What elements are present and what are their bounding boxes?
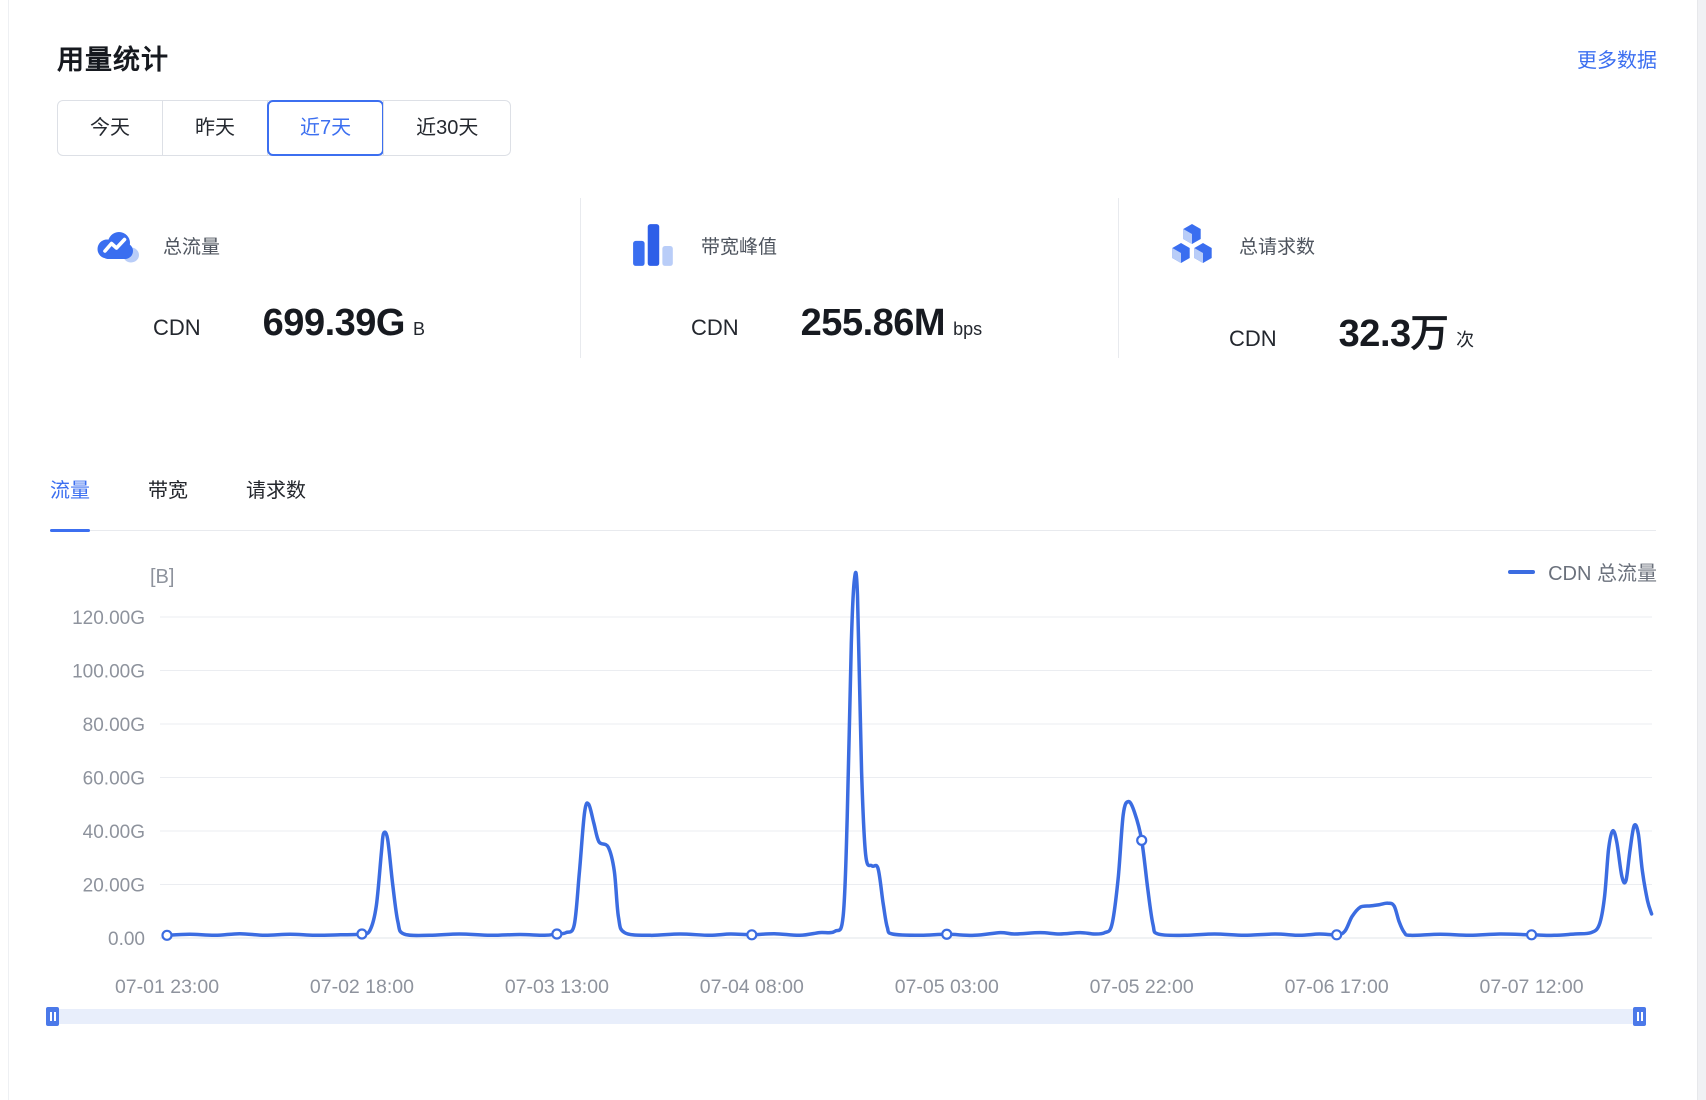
stat-label: 带宽峰值 xyxy=(701,232,777,259)
y-axis-tick-label: 0.00 xyxy=(108,929,145,950)
stat-product: CDN xyxy=(691,315,739,341)
stat-unit: bps xyxy=(953,319,982,339)
x-axis-tick-label: 07-07 12:00 xyxy=(1480,976,1584,998)
y-axis-tick-label: 60.00G xyxy=(83,769,145,790)
stat-value-group: 255.86M bps xyxy=(801,302,982,345)
x-axis-tick-label: 07-05 22:00 xyxy=(1090,976,1194,998)
page-scrollbar[interactable] xyxy=(1697,0,1706,1100)
metric-tab-bandwidth[interactable]: 带宽 xyxy=(148,474,188,530)
stat-value-group: 32.3万次 xyxy=(1339,302,1474,357)
stat-unit: 次 xyxy=(1456,330,1474,350)
stat-cards-row: 总流量 CDN 699.39G B 带宽峰值 CDN 255.86M bps xyxy=(57,198,1656,358)
bandwidth-bars-icon xyxy=(631,222,677,268)
stat-value: 32.3万 xyxy=(1339,313,1448,355)
stat-product: CDN xyxy=(153,315,201,341)
stat-card-total-traffic: 总流量 CDN 699.39G B xyxy=(57,198,580,358)
slider-left-handle[interactable] xyxy=(46,1007,59,1026)
stat-value: 255.86M xyxy=(801,302,945,344)
stat-label: 总请求数 xyxy=(1239,232,1315,259)
data-point-marker[interactable] xyxy=(163,931,172,940)
x-axis-tick-label: 07-05 03:00 xyxy=(895,976,999,998)
data-point-marker[interactable] xyxy=(357,929,366,938)
x-axis-tick-label: 07-04 08:00 xyxy=(700,976,804,998)
stat-value-group: 699.39G B xyxy=(263,302,425,345)
x-axis-tick-label: 07-02 18:00 xyxy=(310,976,414,998)
metric-tab-traffic[interactable]: 流量 xyxy=(50,474,90,530)
slider-track[interactable] xyxy=(58,1009,1634,1024)
x-axis-tick-label: 07-01 23:00 xyxy=(115,976,219,998)
y-axis-tick-label: 20.00G xyxy=(83,876,145,897)
data-point-marker[interactable] xyxy=(942,930,951,939)
series-line-cdn-total-traffic xyxy=(167,572,1652,935)
y-axis-tick-label: 120.00G xyxy=(72,608,145,629)
stat-card-peak-bandwidth: 带宽峰值 CDN 255.86M bps xyxy=(580,198,1118,358)
time-range-slider[interactable] xyxy=(46,1007,1646,1026)
usage-line-chart[interactable]: 120.00G 100.00G 80.00G 60.00G 40.00G 20.00G 0.… xyxy=(0,540,1706,1010)
traffic-cloud-icon xyxy=(93,222,139,268)
data-point-marker[interactable] xyxy=(1137,836,1146,845)
range-tab-last-7-days[interactable]: 近7天 xyxy=(267,101,383,155)
requests-cubes-icon xyxy=(1169,222,1215,268)
data-point-marker[interactable] xyxy=(1527,930,1536,939)
page-title: 用量统计 xyxy=(57,38,169,77)
stat-card-total-requests: 总请求数 CDN 32.3万次 xyxy=(1118,198,1656,358)
x-axis-tick-label: 07-03 13:00 xyxy=(505,976,609,998)
range-tab-last-30-days[interactable]: 近30天 xyxy=(383,101,510,155)
date-range-tab-group: 今天 昨天 近7天 近30天 xyxy=(57,100,511,156)
y-axis-tick-label: 100.00G xyxy=(72,662,145,683)
data-point-marker[interactable] xyxy=(1332,930,1341,939)
usage-statistics-panel: 用量统计 更多数据 今天 昨天 近7天 近30天 总流量 xyxy=(0,0,1706,1100)
metric-tab-requests[interactable]: 请求数 xyxy=(246,474,306,530)
y-axis-tick-label: 40.00G xyxy=(83,822,145,843)
metric-tab-bar: 流量 带宽 请求数 xyxy=(50,474,1656,531)
range-tab-yesterday[interactable]: 昨天 xyxy=(162,101,267,155)
stat-label: 总流量 xyxy=(163,232,220,259)
more-data-link[interactable]: 更多数据 xyxy=(1577,44,1657,73)
slider-right-handle[interactable] xyxy=(1633,1007,1646,1026)
y-axis-tick-label: 80.00G xyxy=(83,715,145,736)
stat-unit: B xyxy=(413,319,425,339)
stat-value: 699.39G xyxy=(263,302,405,344)
range-tab-today[interactable]: 今天 xyxy=(58,101,162,155)
data-point-marker[interactable] xyxy=(552,929,561,938)
data-point-marker[interactable] xyxy=(747,930,756,939)
x-axis-tick-label: 07-06 17:00 xyxy=(1285,976,1389,998)
stat-product: CDN xyxy=(1229,326,1277,352)
